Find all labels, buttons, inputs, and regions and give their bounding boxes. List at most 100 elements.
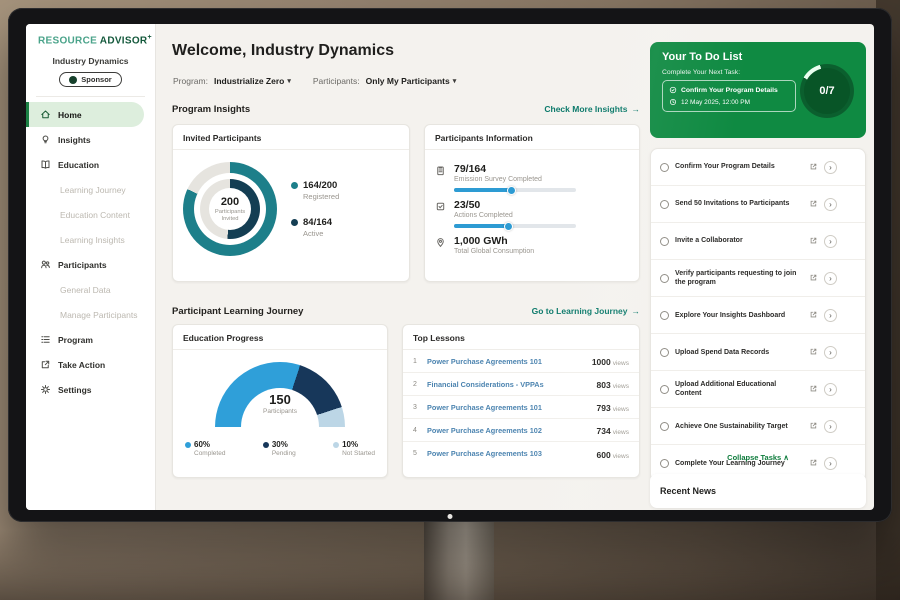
lesson-link[interactable]: Power Purchase Agreements 102 — [427, 426, 591, 435]
task-radio[interactable] — [660, 348, 669, 357]
chevron-right-icon[interactable]: › — [824, 309, 837, 322]
task-row-send-invitations[interactable]: Send 50 Invitations to Participants › — [651, 186, 865, 223]
collapse-label: Collapse Tasks — [727, 453, 781, 462]
lesson-link[interactable]: Financial Considerations - VPPAs — [427, 380, 591, 389]
participants-filter-select[interactable]: Only My Participants ▾ — [366, 76, 457, 86]
task-label: Confirm Your Program Details — [675, 162, 803, 171]
task-radio[interactable] — [660, 237, 669, 246]
sidebar-item-home[interactable]: Home — [26, 102, 144, 127]
chevron-right-icon[interactable]: › — [824, 346, 837, 359]
chevron-right-icon[interactable]: › — [824, 198, 837, 211]
gear-icon — [40, 384, 51, 395]
legend-label: Not Started — [342, 450, 375, 457]
chevron-right-icon[interactable]: › — [824, 272, 837, 285]
chevron-right-icon[interactable]: › — [824, 161, 837, 174]
legend-pct: 60% — [194, 440, 210, 449]
task-row-confirm-program[interactable]: Confirm Your Program Details › — [651, 149, 865, 186]
logo-secondary: ADVISOR — [100, 35, 148, 46]
chevron-right-icon[interactable]: › — [824, 420, 837, 433]
education-progress-card: Education Progress 150 Participants 60% … — [172, 324, 388, 478]
chevron-right-icon[interactable]: › — [824, 383, 837, 396]
lesson-views-unit: views — [613, 429, 629, 436]
donut-center-label: Participants Invited — [208, 209, 252, 223]
external-link-icon[interactable] — [809, 269, 818, 287]
collapse-tasks-link[interactable]: Collapse Tasks ∧ — [650, 453, 866, 462]
program-insights-title: Program Insights — [172, 104, 250, 115]
donut-center-value: 200 — [221, 196, 239, 208]
legend-dot-active — [291, 219, 298, 226]
legend-label: Completed — [194, 450, 225, 457]
stat-global-consumption: 1,000 GWh Total Global Consumption — [435, 235, 629, 255]
sidebar-item-manage-participants[interactable]: Manage Participants — [26, 302, 155, 327]
task-row-upload-spend-data[interactable]: Upload Spend Data Records › — [651, 334, 865, 371]
task-radio[interactable] — [660, 200, 669, 209]
lesson-link[interactable]: Power Purchase Agreements 101 — [427, 403, 591, 412]
task-row-verify-participants[interactable]: Verify participants requesting to join t… — [651, 260, 865, 297]
sidebar-item-program[interactable]: Program — [26, 327, 155, 352]
sidebar-item-education-content[interactable]: Education Content — [26, 202, 155, 227]
todo-task-list: Confirm Your Program Details › Send 50 I… — [650, 148, 866, 482]
external-link-icon[interactable] — [809, 306, 818, 324]
list-icon — [40, 334, 51, 345]
lesson-rank: 3 — [413, 404, 421, 411]
task-row-upload-educational-content[interactable]: Upload Additional Educational Content › — [651, 371, 865, 408]
chevron-right-icon[interactable]: › — [824, 235, 837, 248]
lesson-rank: 1 — [413, 358, 421, 365]
task-label: Upload Additional Educational Content — [675, 380, 803, 398]
chevron-down-icon: ▾ — [453, 77, 457, 85]
sidebar-item-label: Learning Insights — [60, 235, 125, 245]
sidebar-item-take-action[interactable]: Take Action — [26, 352, 155, 377]
desk-shadow — [0, 530, 900, 600]
sidebar-item-settings[interactable]: Settings — [26, 377, 155, 402]
sidebar-item-insights[interactable]: Insights — [26, 127, 155, 152]
external-link-icon[interactable] — [809, 195, 818, 213]
recent-news-header[interactable]: Recent News — [650, 474, 866, 508]
task-radio[interactable] — [660, 274, 669, 283]
external-link-icon[interactable] — [809, 417, 818, 435]
sidebar-item-label: Manage Participants — [60, 310, 138, 320]
check-circle-icon — [669, 86, 677, 94]
legend-dot-completed — [185, 442, 191, 448]
task-radio[interactable] — [660, 163, 669, 172]
check-more-insights-link[interactable]: Check More Insights → — [544, 104, 640, 114]
checkbox-icon — [435, 201, 446, 212]
sidebar-item-participants[interactable]: Participants — [26, 252, 155, 277]
lesson-row: 2 Financial Considerations - VPPAs 803vi… — [403, 373, 639, 396]
task-radio[interactable] — [660, 385, 669, 394]
task-row-achieve-target[interactable]: Achieve One Sustainability Target › — [651, 408, 865, 445]
legend-item: 164/200 Registered — [291, 180, 339, 201]
chevron-down-icon: ▾ — [287, 77, 291, 85]
gauge-center-value: 150 — [215, 392, 345, 407]
sidebar-item-learning-insights[interactable]: Learning Insights — [26, 227, 155, 252]
education-gauge-chart: 150 Participants — [215, 362, 345, 428]
task-row-explore-insights[interactable]: Explore Your Insights Dashboard › — [651, 297, 865, 334]
task-radio[interactable] — [660, 422, 669, 431]
task-label: Upload Spend Data Records — [675, 348, 803, 357]
task-label: Achieve One Sustainability Target — [675, 422, 803, 431]
app-logo[interactable]: RESOURCE ADVISOR+ — [26, 24, 155, 46]
external-link-icon[interactable] — [809, 158, 818, 176]
sidebar-item-label: Program — [58, 335, 93, 345]
legend-item: 60% Completed — [185, 440, 225, 457]
stat-value: 1,000 GWh — [454, 235, 534, 247]
lesson-link[interactable]: Power Purchase Agreements 103 — [427, 449, 591, 458]
sidebar-item-general-data[interactable]: General Data — [26, 277, 155, 302]
go-to-learning-journey-link[interactable]: Go to Learning Journey → — [532, 306, 640, 316]
sidebar-item-education[interactable]: Education — [26, 152, 155, 177]
legend-item: 84/164 Active — [291, 217, 339, 238]
sidebar: RESOURCE ADVISOR+ Industry Dynamics Spon… — [26, 24, 156, 510]
external-link-icon[interactable] — [809, 232, 818, 250]
external-link-icon[interactable] — [809, 380, 818, 398]
next-task-box[interactable]: Confirm Your Program Details 12 May 2025… — [662, 80, 796, 112]
lesson-row: 4 Power Purchase Agreements 102 734views — [403, 419, 639, 442]
lesson-link[interactable]: Power Purchase Agreements 101 — [427, 357, 586, 366]
invited-donut-chart: 200 Participants Invited — [183, 162, 277, 256]
power-led — [448, 514, 453, 519]
sidebar-item-learning-journey[interactable]: Learning Journey — [26, 177, 155, 202]
lesson-rank: 5 — [413, 450, 421, 457]
sponsor-badge: Sponsor — [59, 72, 121, 87]
program-filter-select[interactable]: Industrialize Zero ▾ — [214, 76, 291, 86]
task-row-invite-collaborator[interactable]: Invite a Collaborator › — [651, 223, 865, 260]
task-radio[interactable] — [660, 311, 669, 320]
external-link-icon[interactable] — [809, 343, 818, 361]
